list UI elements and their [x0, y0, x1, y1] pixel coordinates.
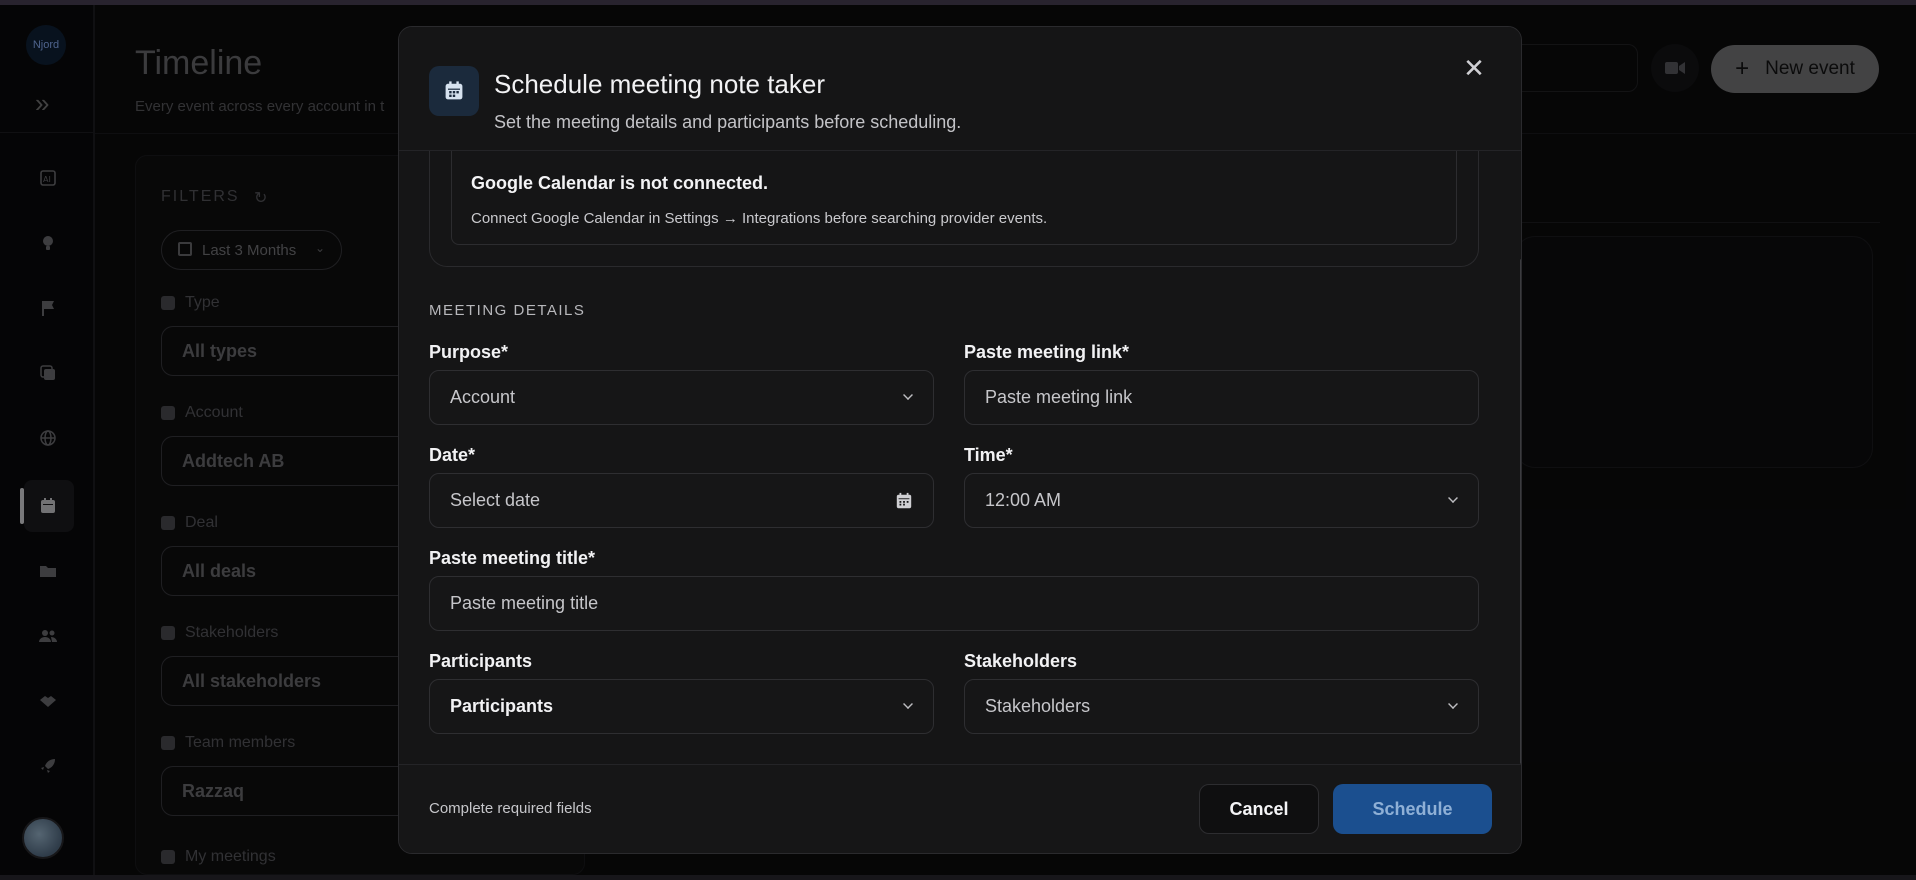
- meeting-details-heading: MEETING DETAILS: [429, 302, 586, 319]
- calendar-notice-title: Google Calendar is not connected.: [471, 173, 769, 193]
- purpose-select[interactable]: Account: [429, 370, 934, 425]
- modal-title: Schedule meeting note taker: [494, 69, 825, 99]
- participants-label: Participants: [429, 651, 533, 671]
- time-select[interactable]: 12:00 AM: [964, 473, 1479, 528]
- chevron-down-icon: [1448, 493, 1458, 503]
- modal-subtitle: Set the meeting details and participants…: [494, 112, 962, 132]
- date-input[interactable]: Select date: [429, 473, 934, 528]
- chevron-down-icon: [903, 390, 913, 400]
- time-label: Time*: [964, 445, 1013, 465]
- participants-select[interactable]: Participants: [429, 679, 934, 734]
- date-placeholder: Select date: [450, 490, 541, 510]
- schedule-modal: Google Calendar is not connected. Connec…: [398, 26, 1522, 854]
- participants-value: Participants: [450, 696, 554, 716]
- purpose-label: Purpose*: [429, 342, 509, 362]
- footer-note: Complete required fields: [429, 800, 592, 817]
- meeting-link-placeholder: Paste meeting link: [985, 387, 1133, 407]
- chevron-down-icon: [903, 699, 913, 709]
- stakeholders-select[interactable]: Stakeholders: [964, 679, 1479, 734]
- meeting-link-label: Paste meeting link*: [964, 342, 1130, 362]
- purpose-value: Account: [450, 387, 516, 407]
- time-value: 12:00 AM: [985, 490, 1062, 510]
- meeting-title-input[interactable]: Paste meeting title: [429, 576, 1479, 631]
- meeting-title-label: Paste meeting title*: [429, 548, 596, 568]
- chevron-down-icon: [1448, 699, 1458, 709]
- stakeholders-label: Stakeholders: [964, 651, 1078, 671]
- calendar-icon: [429, 66, 479, 116]
- meeting-title-placeholder: Paste meeting title: [450, 593, 599, 613]
- modal-header: Schedule meeting note taker Set the meet…: [399, 27, 1521, 151]
- calendar-picker-icon[interactable]: [895, 492, 913, 515]
- close-icon[interactable]: ✕: [1459, 53, 1489, 83]
- cancel-button[interactable]: Cancel: [1199, 784, 1319, 834]
- modal-scrollbar[interactable]: [1520, 259, 1521, 764]
- date-label: Date*: [429, 445, 476, 465]
- stakeholders-value: Stakeholders: [985, 696, 1091, 716]
- calendar-notice-description: Connect Google Calendar in Settings → In…: [471, 210, 1048, 227]
- meeting-link-input[interactable]: Paste meeting link: [964, 370, 1479, 425]
- schedule-button[interactable]: Schedule: [1333, 784, 1492, 834]
